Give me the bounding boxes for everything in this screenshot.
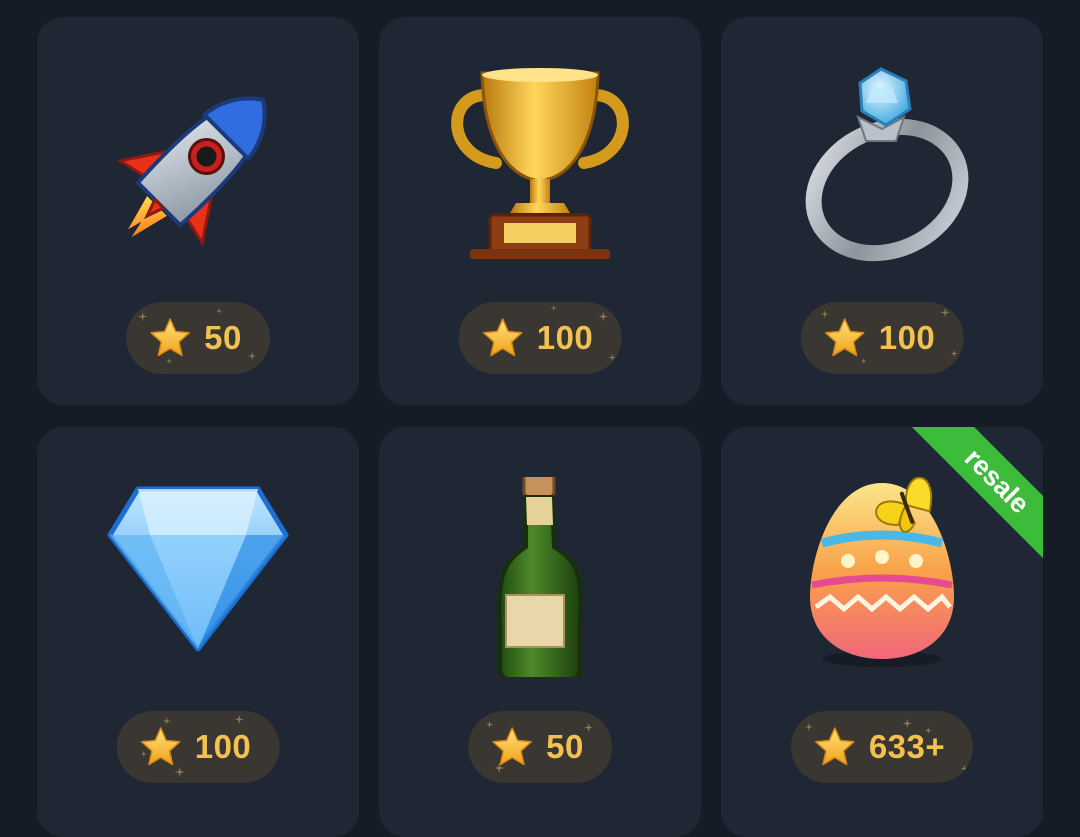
ring-icon (805, 67, 969, 262)
gift-card-trophy[interactable]: 100 (379, 17, 701, 405)
star-icon (823, 316, 867, 360)
easter-egg-icon (810, 477, 954, 667)
price-amount: 100 (194, 728, 252, 765)
star-icon (490, 725, 534, 769)
price-amount: 50 (204, 319, 242, 356)
champagne-bottle-icon (497, 477, 583, 677)
gift-card-champagne[interactable]: 50 (379, 427, 701, 837)
price-tag: 633+ (790, 711, 974, 783)
price-tag: 100 (800, 302, 964, 374)
gift-card-diamond[interactable]: 100 (37, 427, 359, 837)
price-amount: 633+ (868, 728, 946, 765)
gift-card-ring[interactable]: 100 (721, 17, 1043, 405)
price-amount: 100 (878, 319, 936, 356)
gift-card-easter-egg[interactable]: resale 633+ (721, 427, 1043, 837)
gift-card-rocket[interactable]: 50 (37, 17, 359, 405)
star-icon (481, 316, 525, 360)
price-tag: 50 (126, 302, 270, 374)
star-icon (813, 725, 857, 769)
diamond-icon (107, 486, 289, 652)
trophy-icon (451, 68, 629, 259)
price-amount: 50 (546, 728, 584, 765)
gift-grid: 50 100 100 100 50 resale 633+ (0, 0, 1080, 837)
rocket-icon (116, 96, 267, 247)
price-tag: 100 (116, 711, 280, 783)
star-icon (139, 725, 183, 769)
star-icon (148, 316, 192, 360)
price-amount: 100 (536, 319, 594, 356)
price-tag: 50 (468, 711, 612, 783)
price-tag: 100 (458, 302, 622, 374)
